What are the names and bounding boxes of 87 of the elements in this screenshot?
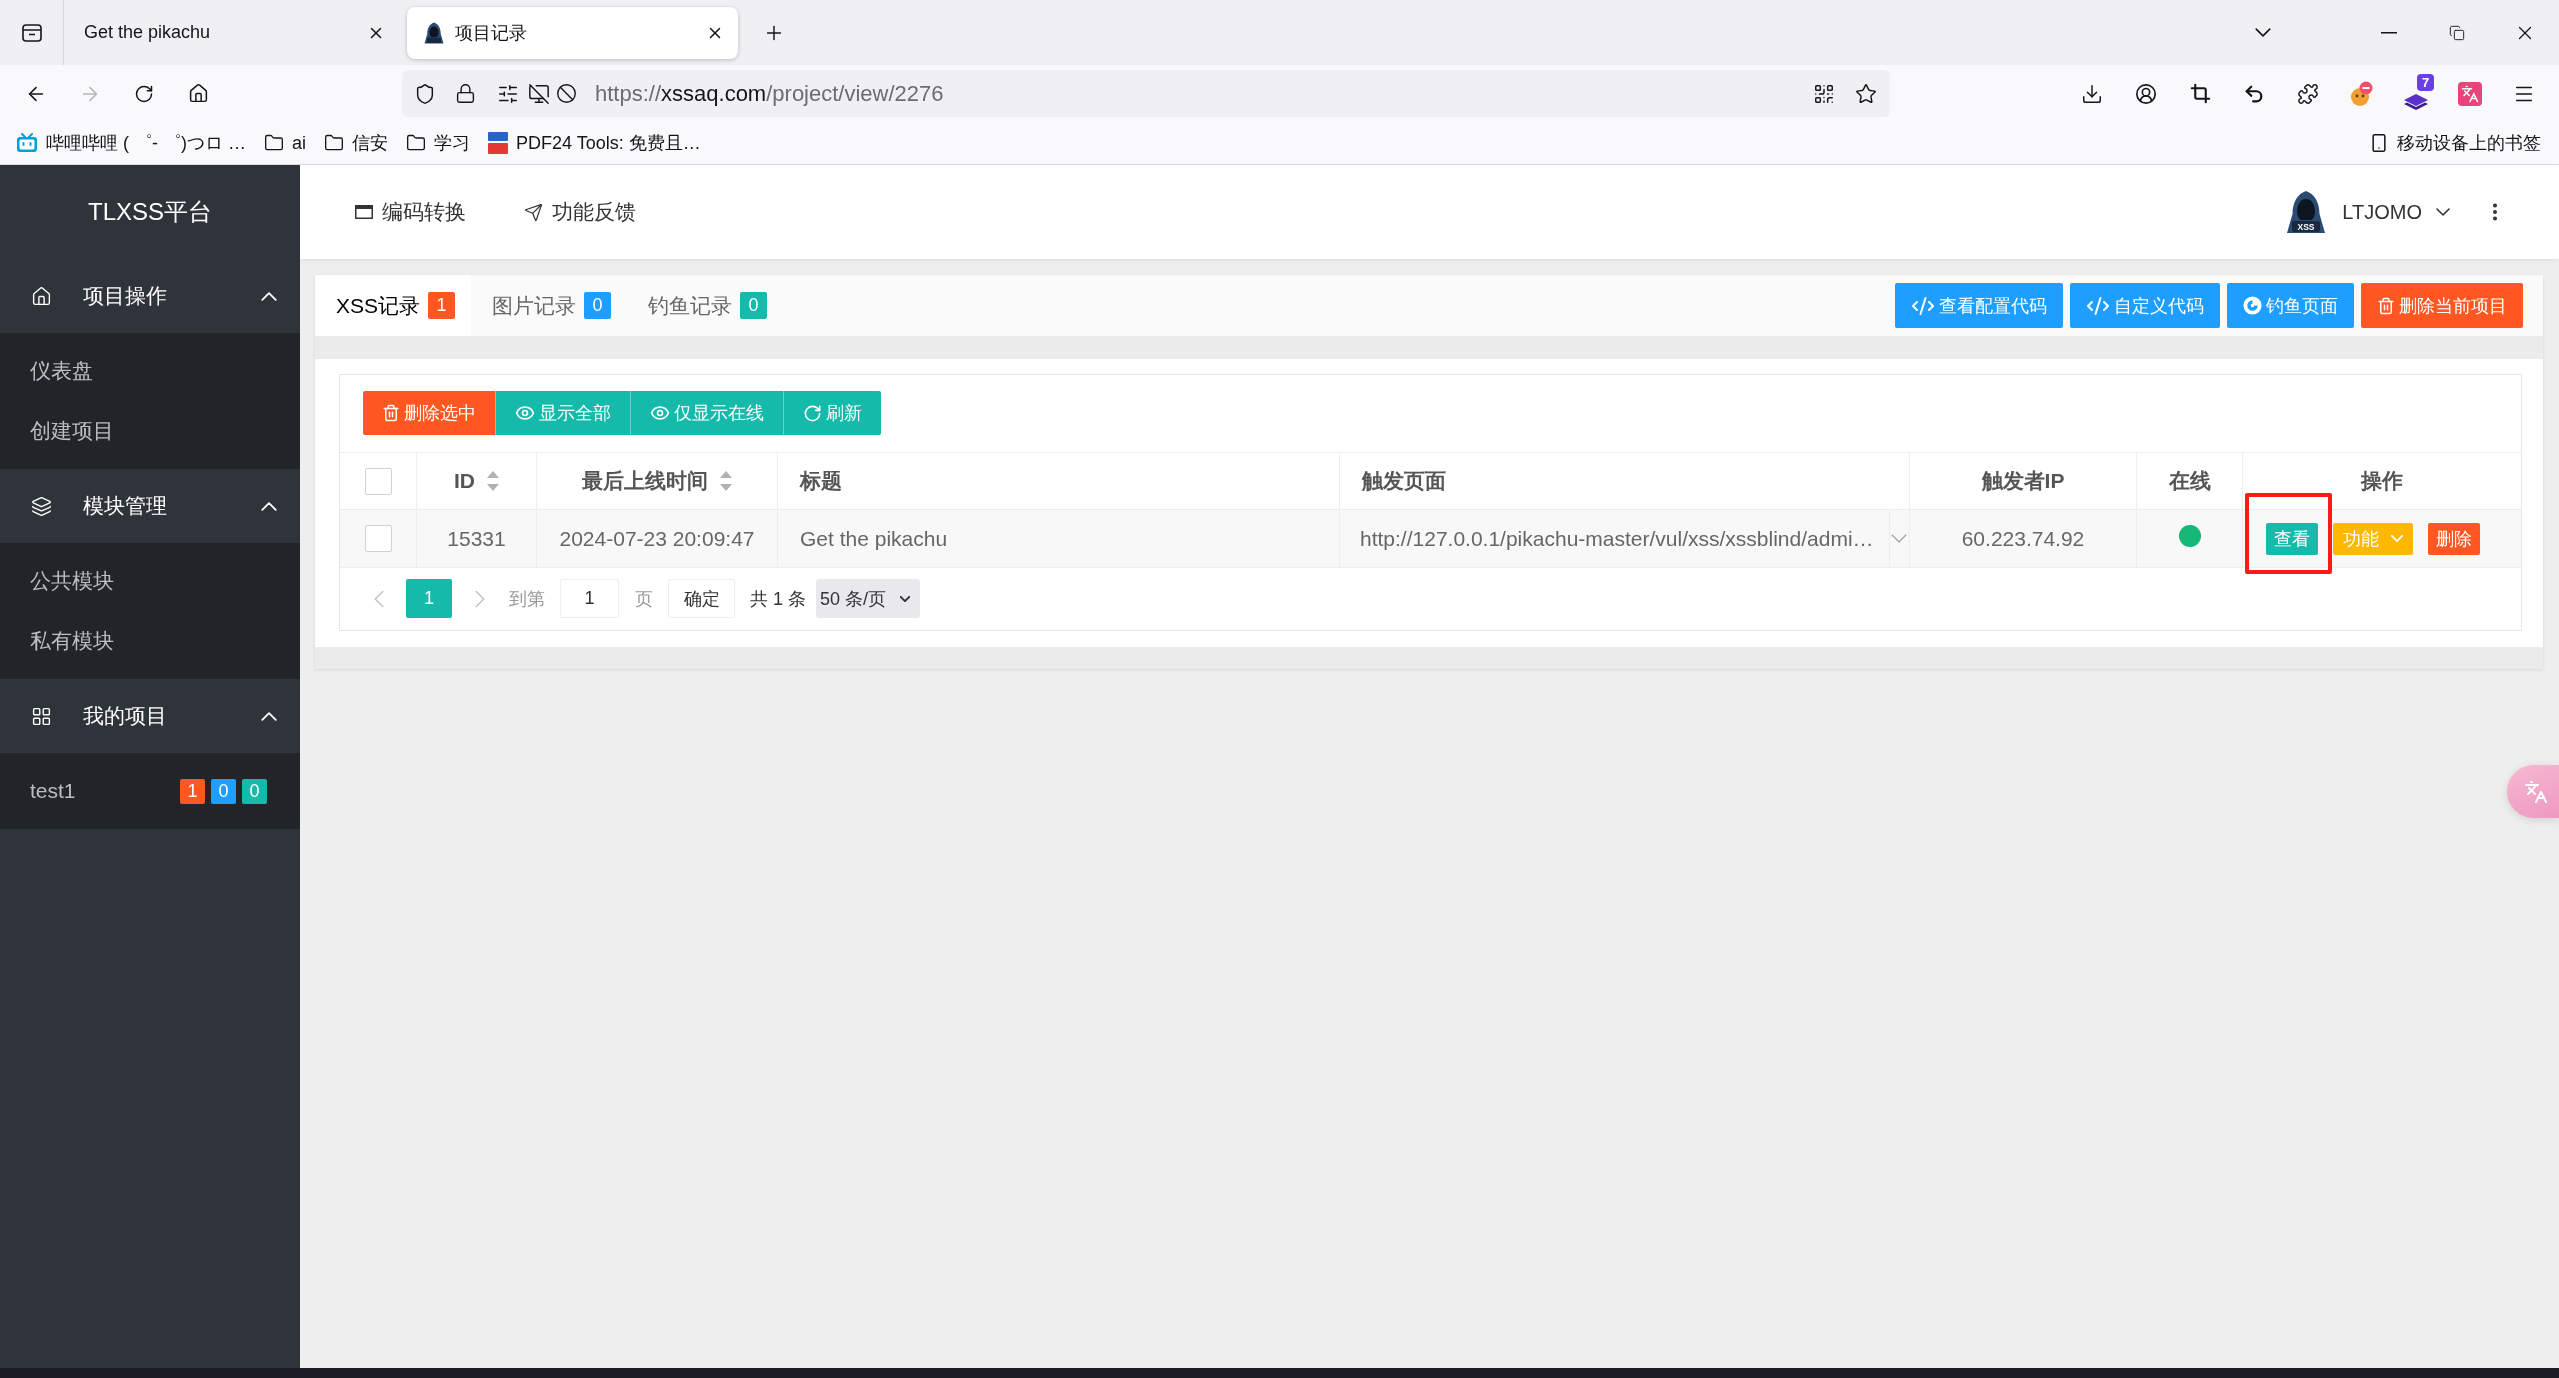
bookmark-item[interactable]: 信安 — [318, 127, 394, 159]
chevron-down-icon — [1891, 534, 1908, 543]
home-icon — [31, 285, 52, 307]
eye-icon — [515, 403, 535, 423]
translate-icon[interactable] — [2458, 81, 2482, 106]
table-cell: 60.223.74.92 — [1961, 526, 2085, 551]
chevron-down-icon — [900, 595, 910, 602]
record-tab[interactable]: 图片记录 0 — [471, 275, 628, 336]
browser-tab[interactable]: Get the pikachu — [68, 6, 399, 59]
count-badge: 1 — [180, 778, 205, 804]
bookmark-item[interactable]: 哔哩哔哩 ( ゜- ゜)つロ … — [10, 127, 252, 159]
translate-icon — [2524, 779, 2548, 804]
lock-icon[interactable] — [455, 83, 476, 104]
folder-icon — [406, 133, 426, 153]
table-cell: http://127.0.0.1/pikachu-master/vul/xss/xssblind/admi… — [1360, 526, 1874, 551]
bookmark-item[interactable]: ai — [258, 128, 312, 158]
total-count: 共 1 条 — [750, 587, 806, 611]
reload-icon[interactable] — [134, 83, 154, 104]
document-logo-icon — [488, 132, 508, 154]
blocked-icon[interactable] — [556, 83, 577, 104]
crop-icon[interactable] — [2189, 83, 2211, 104]
grid-icon — [31, 705, 52, 727]
window-icon — [355, 205, 373, 219]
permissions-icon[interactable] — [497, 82, 519, 105]
shield-icon[interactable] — [414, 82, 436, 105]
menu-item[interactable]: 公共模块 — [0, 551, 300, 611]
bookmark-item[interactable]: 学习 — [400, 127, 476, 159]
pager-label: 到第 — [509, 587, 545, 611]
folder-icon — [324, 133, 344, 153]
table-cell: Get the pikachu — [800, 526, 948, 551]
confirm-button[interactable]: 确定 — [668, 579, 735, 618]
screen-off-icon[interactable] — [528, 82, 550, 105]
bookmark-item[interactable]: PDF24 Tools: 免费且… — [482, 127, 707, 159]
folder-icon — [264, 133, 284, 153]
badge-count: 7 — [2417, 73, 2434, 91]
account-icon[interactable] — [2135, 82, 2157, 105]
table-cell: 2024-07-23 20:09:47 — [559, 526, 755, 551]
bookmark-item[interactable]: 移动设备上的书签 — [2363, 127, 2547, 159]
send-icon — [524, 202, 543, 222]
puzzle-icon[interactable] — [2297, 82, 2319, 105]
menu-group-header[interactable]: 模块管理 — [0, 469, 300, 543]
count-badge: 0 — [242, 778, 267, 804]
trash-icon — [2377, 296, 2395, 315]
qr-code-icon[interactable] — [1813, 82, 1835, 105]
browser-tab[interactable]: 项目记录 — [407, 6, 738, 59]
pager-label: 页 — [635, 587, 653, 611]
count-badge: 1 — [428, 292, 456, 319]
star-icon[interactable] — [1855, 82, 1877, 105]
user-menu[interactable]: XSS LTJOMO — [2284, 190, 2450, 234]
chevron-down-icon — [2391, 535, 2403, 542]
face-minus-icon[interactable] — [2349, 80, 2375, 107]
count-badge: 0 — [211, 778, 236, 804]
menu-item[interactable]: test1 1 0 0 — [0, 761, 300, 821]
checkbox[interactable] — [364, 467, 392, 495]
record-tab[interactable]: XSS记录 1 — [315, 275, 472, 336]
menu-group-header[interactable]: 项目操作 — [0, 259, 300, 333]
trash-icon — [382, 404, 400, 422]
count-badge: 0 — [740, 292, 768, 319]
phone-icon — [2369, 133, 2389, 153]
address-bar[interactable]: https://xssaq.com/project/view/2276 — [402, 70, 1890, 117]
menu-item[interactable]: 创建项目 — [0, 401, 300, 461]
table-cell: 15331 — [447, 526, 506, 551]
nav-link[interactable]: 功能反馈 — [524, 198, 636, 226]
count-badge: 0 — [584, 292, 612, 319]
restore-icon[interactable] — [2449, 24, 2465, 41]
chevron-down-icon — [2436, 208, 2450, 216]
checkbox[interactable] — [364, 525, 392, 552]
chevron-down-icon[interactable] — [2255, 28, 2271, 37]
minimize-icon[interactable] — [2381, 31, 2397, 34]
tab-list-icon[interactable] — [21, 23, 42, 42]
menu-item[interactable]: 仪表盘 — [0, 341, 300, 401]
logo-title: TLXSS平台 — [88, 197, 212, 227]
layers-icon — [31, 495, 52, 517]
stack-logo-icon[interactable] — [2403, 92, 2429, 112]
refresh-icon — [803, 403, 822, 423]
record-tab[interactable]: 钓鱼记录 0 — [627, 275, 784, 336]
download-icon[interactable] — [2081, 82, 2103, 105]
page-size-select[interactable]: 50 条/页 — [816, 579, 920, 618]
home-icon[interactable] — [187, 83, 209, 104]
url-text: https://xssaq.com/project/view/2276 — [595, 80, 945, 107]
menu-item[interactable]: 私有模块 — [0, 611, 300, 671]
eye-icon — [650, 403, 670, 423]
nav-link[interactable]: 编码转换 — [355, 198, 466, 226]
swirl-icon — [2243, 296, 2262, 315]
page-input[interactable]: 1 — [560, 579, 619, 618]
tv-icon — [16, 133, 38, 153]
menu-group-header[interactable]: 我的项目 — [0, 679, 300, 753]
